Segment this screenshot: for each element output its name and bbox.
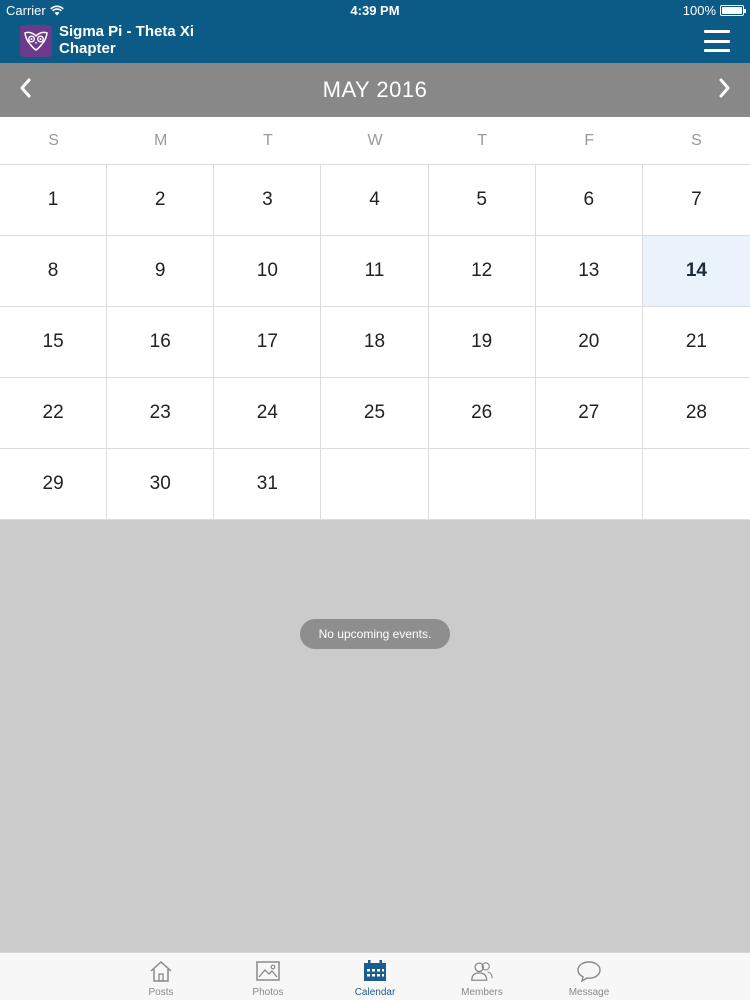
calendar-day[interactable]: 1 [0, 165, 108, 236]
calendar-day[interactable]: 22 [0, 378, 108, 449]
tab-photos[interactable]: Photos [215, 953, 322, 1000]
weekday-label: T [262, 132, 273, 149]
owl-icon [20, 25, 52, 57]
calendar-icon [362, 958, 388, 984]
calendar-day[interactable]: 9 [107, 236, 215, 307]
tab-label: Posts [148, 987, 174, 998]
app-title-line2: Chapter [59, 40, 116, 57]
weekday-label: S [48, 132, 59, 149]
calendar-day[interactable]: 13 [535, 236, 643, 307]
calendar-day[interactable]: 10 [214, 236, 322, 307]
tab-label: Message [568, 987, 610, 998]
calendar-day[interactable]: 20 [535, 307, 643, 378]
calendar-day[interactable]: 23 [107, 378, 215, 449]
tab-label: Members [461, 987, 503, 998]
calendar-day[interactable]: 17 [214, 307, 322, 378]
calendar-day[interactable]: 4 [321, 165, 429, 236]
calendar-day[interactable]: 3 [214, 165, 322, 236]
clock: 4:39 PM [350, 3, 400, 18]
status-bar: Carrier 4:39 PM 100% [0, 0, 750, 20]
weekday-label: T [477, 132, 488, 149]
calendar-day[interactable]: 21 [642, 307, 750, 378]
weekday-header: S M T W T F S [0, 117, 750, 164]
weekday-label: S [691, 132, 702, 149]
battery-group: 100% [682, 3, 746, 18]
calendar-day[interactable]: 27 [535, 378, 643, 449]
app-title-line1: Sigma Pi - Theta Xi [59, 23, 195, 40]
app-title: Sigma Pi - Theta Xi Chapter [59, 23, 279, 57]
weekday-label: F [584, 132, 595, 149]
tab-message[interactable]: Message [536, 953, 643, 1000]
tab-members[interactable]: Members [429, 953, 536, 1000]
members-icon [469, 958, 495, 984]
tab-calendar[interactable]: Calendar [322, 953, 429, 1000]
message-icon [576, 958, 602, 984]
tab-label: Calendar [354, 987, 396, 998]
calendar-empty-cell [535, 449, 643, 520]
hamburger-menu-icon[interactable] [704, 30, 730, 52]
calendar-day[interactable]: 5 [428, 165, 536, 236]
chevron-right-icon[interactable] [710, 73, 740, 103]
calendar-day[interactable]: 19 [428, 307, 536, 378]
calendar-day[interactable]: 25 [321, 378, 429, 449]
tab-label: Photos [252, 987, 284, 998]
empty-events-message: No upcoming events. [300, 619, 450, 649]
calendar-day[interactable]: 15 [0, 307, 108, 378]
calendar-day[interactable]: 2 [107, 165, 215, 236]
calendar-day[interactable]: 8 [0, 236, 108, 307]
photo-icon [255, 958, 281, 984]
battery-percent: 100% [682, 3, 716, 18]
app-header: Sigma Pi - Theta Xi Chapter [0, 20, 750, 63]
battery-icon [720, 5, 746, 16]
weekday-label: M [154, 132, 168, 149]
weekday-label: W [367, 132, 383, 149]
calendar-day[interactable]: 11 [321, 236, 429, 307]
calendar-grid: 1 2 3 4 5 6 7 8 9 10 11 12 13 14 15 16 17 18 19 20 21 22 23 24 2… [0, 164, 750, 520]
tab-posts[interactable]: Posts [108, 953, 215, 1000]
calendar-day-today[interactable]: 14 [642, 236, 750, 307]
calendar-day[interactable]: 7 [642, 165, 750, 236]
tab-bar: Posts Photos Calendar Members Message [0, 952, 750, 1000]
calendar-day[interactable]: 26 [428, 378, 536, 449]
calendar-day[interactable]: 6 [535, 165, 643, 236]
calendar-day[interactable]: 28 [642, 378, 750, 449]
calendar-day[interactable]: 29 [0, 449, 108, 520]
calendar-empty-cell [321, 449, 429, 520]
calendar-empty-cell [642, 449, 750, 520]
calendar-day[interactable]: 18 [321, 307, 429, 378]
month-navigation: MAY 2016 [0, 63, 750, 117]
calendar-empty-cell [428, 449, 536, 520]
events-list: No upcoming events. [0, 520, 750, 952]
calendar-day[interactable]: 24 [214, 378, 322, 449]
month-title: MAY 2016 [322, 77, 428, 102]
calendar-day[interactable]: 16 [107, 307, 215, 378]
calendar-day[interactable]: 31 [214, 449, 322, 520]
calendar-day[interactable]: 12 [428, 236, 536, 307]
home-icon [148, 958, 174, 984]
calendar-day[interactable]: 30 [107, 449, 215, 520]
